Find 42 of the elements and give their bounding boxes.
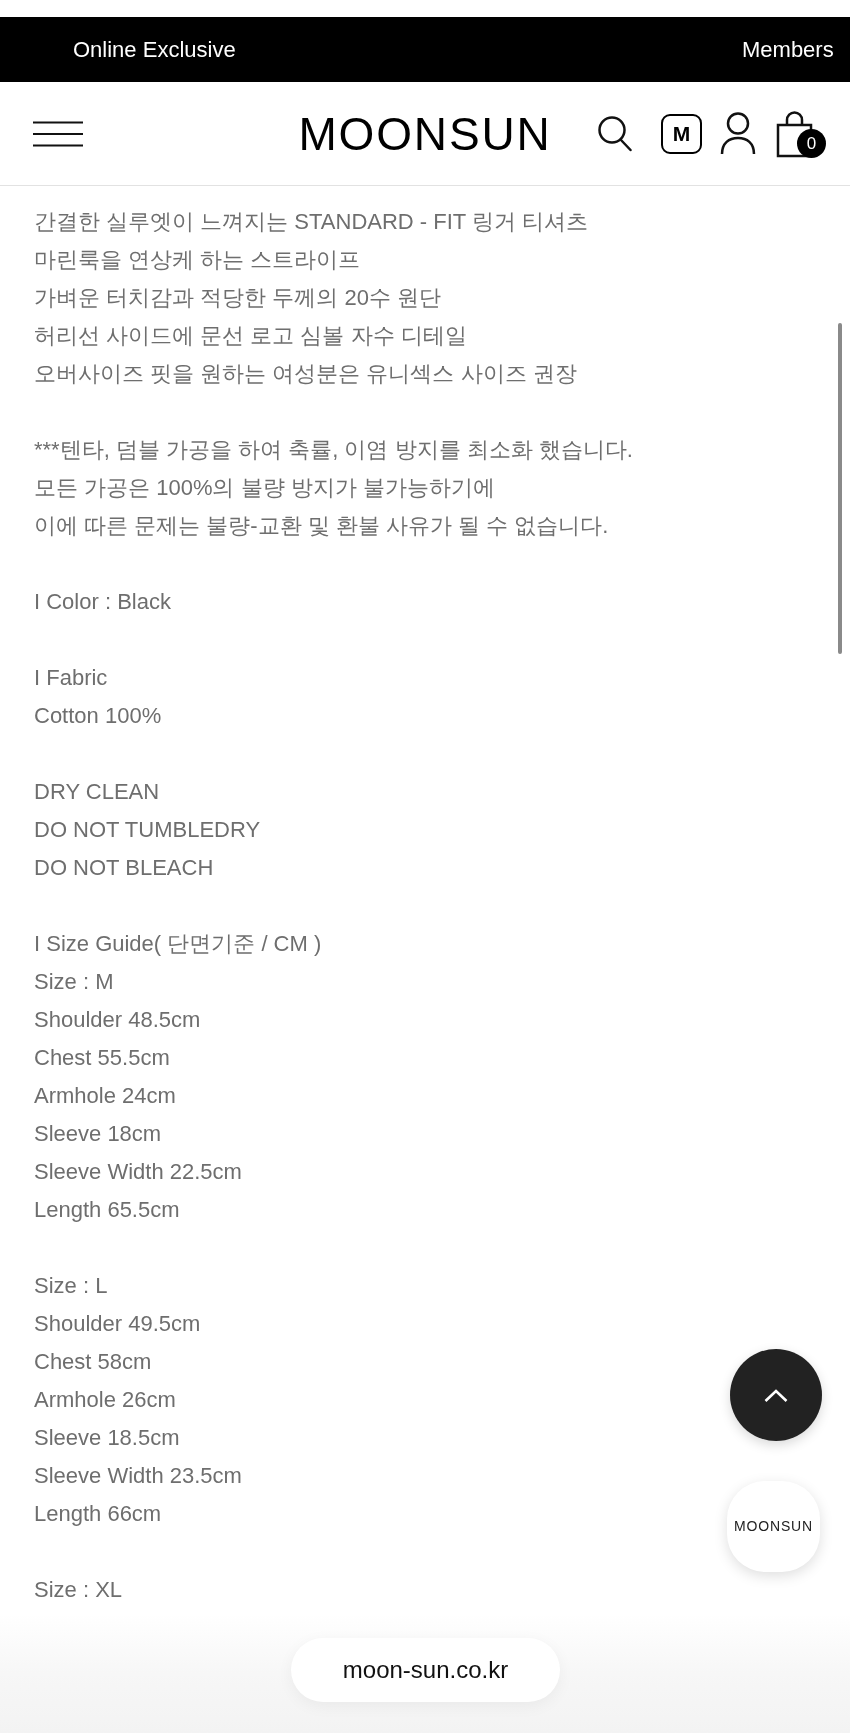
description-line: Armhole 24cm [34, 1082, 176, 1110]
description-line: Chest 58cm [34, 1348, 152, 1376]
description-line: 이에 따른 문제는 불량-교환 및 환불 사유가 될 수 없습니다. [34, 512, 609, 540]
description-line: 허리선 사이드에 문선 로고 심볼 자수 디테일 [34, 322, 467, 350]
description-line: DRY CLEAN [34, 778, 160, 806]
description-line: Shoulder 49.5cm [34, 1310, 201, 1338]
description-line: 오버사이즈 핏을 원하는 여성분은 유니섹스 사이즈 권장 [34, 360, 577, 388]
logo[interactable]: MOONSUN [298, 110, 552, 157]
description-line: Armhole 26cm [34, 1386, 176, 1414]
description-line: Cotton 100% [34, 702, 162, 730]
description-line: Sleeve 18.5cm [34, 1424, 180, 1452]
user-icon[interactable] [720, 112, 756, 155]
address-bar[interactable]: moon-sun.co.kr [291, 1638, 560, 1702]
description-line: 마린룩을 연상케 하는 스트라이프 [34, 246, 361, 274]
description-line: ***텐타, 덤블 가공을 하여 축률, 이염 방지를 최소화 했습니다. [34, 436, 633, 464]
cart-count-badge: 0 [797, 128, 826, 158]
description-line: Length 66cm [34, 1500, 162, 1528]
description-line: Chest 55.5cm [34, 1044, 170, 1072]
description-line: Length 65.5cm [34, 1196, 180, 1224]
brand-button[interactable]: MOONSUN [727, 1481, 820, 1572]
description-line: Sleeve 18cm [34, 1120, 162, 1148]
description-line: 간결한 실루엣이 느껴지는 STANDARD - FIT 링거 티셔츠 [34, 208, 589, 236]
description-line: DO NOT BLEACH [34, 854, 214, 882]
description-line: Shoulder 48.5cm [34, 1006, 201, 1034]
description-line: Size : M [34, 968, 114, 996]
description-line: 모든 가공은 100%의 불량 방지가 불가능하기에 [34, 474, 495, 502]
description-line: 가벼운 터치감과 적당한 두께의 20수 원단 [34, 284, 442, 312]
description-line: Size : L [34, 1272, 108, 1300]
search-icon[interactable] [597, 115, 632, 152]
menu-icon[interactable] [33, 120, 83, 147]
scroll-to-top-button[interactable] [730, 1349, 822, 1441]
description-line: DO NOT TUMBLEDRY [34, 816, 261, 844]
member-button[interactable]: M [661, 113, 702, 154]
description-line: Sleeve Width 23.5cm [34, 1462, 242, 1490]
description-line: I Size Guide( 단면기준 / CM ) [34, 930, 322, 958]
description-line: I Fabric [34, 664, 108, 692]
description-line: Size : XL [34, 1576, 123, 1604]
chevron-up-icon [764, 1388, 788, 1402]
announcement-text[interactable]: Members [742, 35, 834, 64]
description-line: Sleeve Width 22.5cm [34, 1158, 242, 1186]
announcement-text[interactable]: Online Exclusive [73, 35, 236, 64]
description-line: I Color : Black [34, 588, 171, 616]
